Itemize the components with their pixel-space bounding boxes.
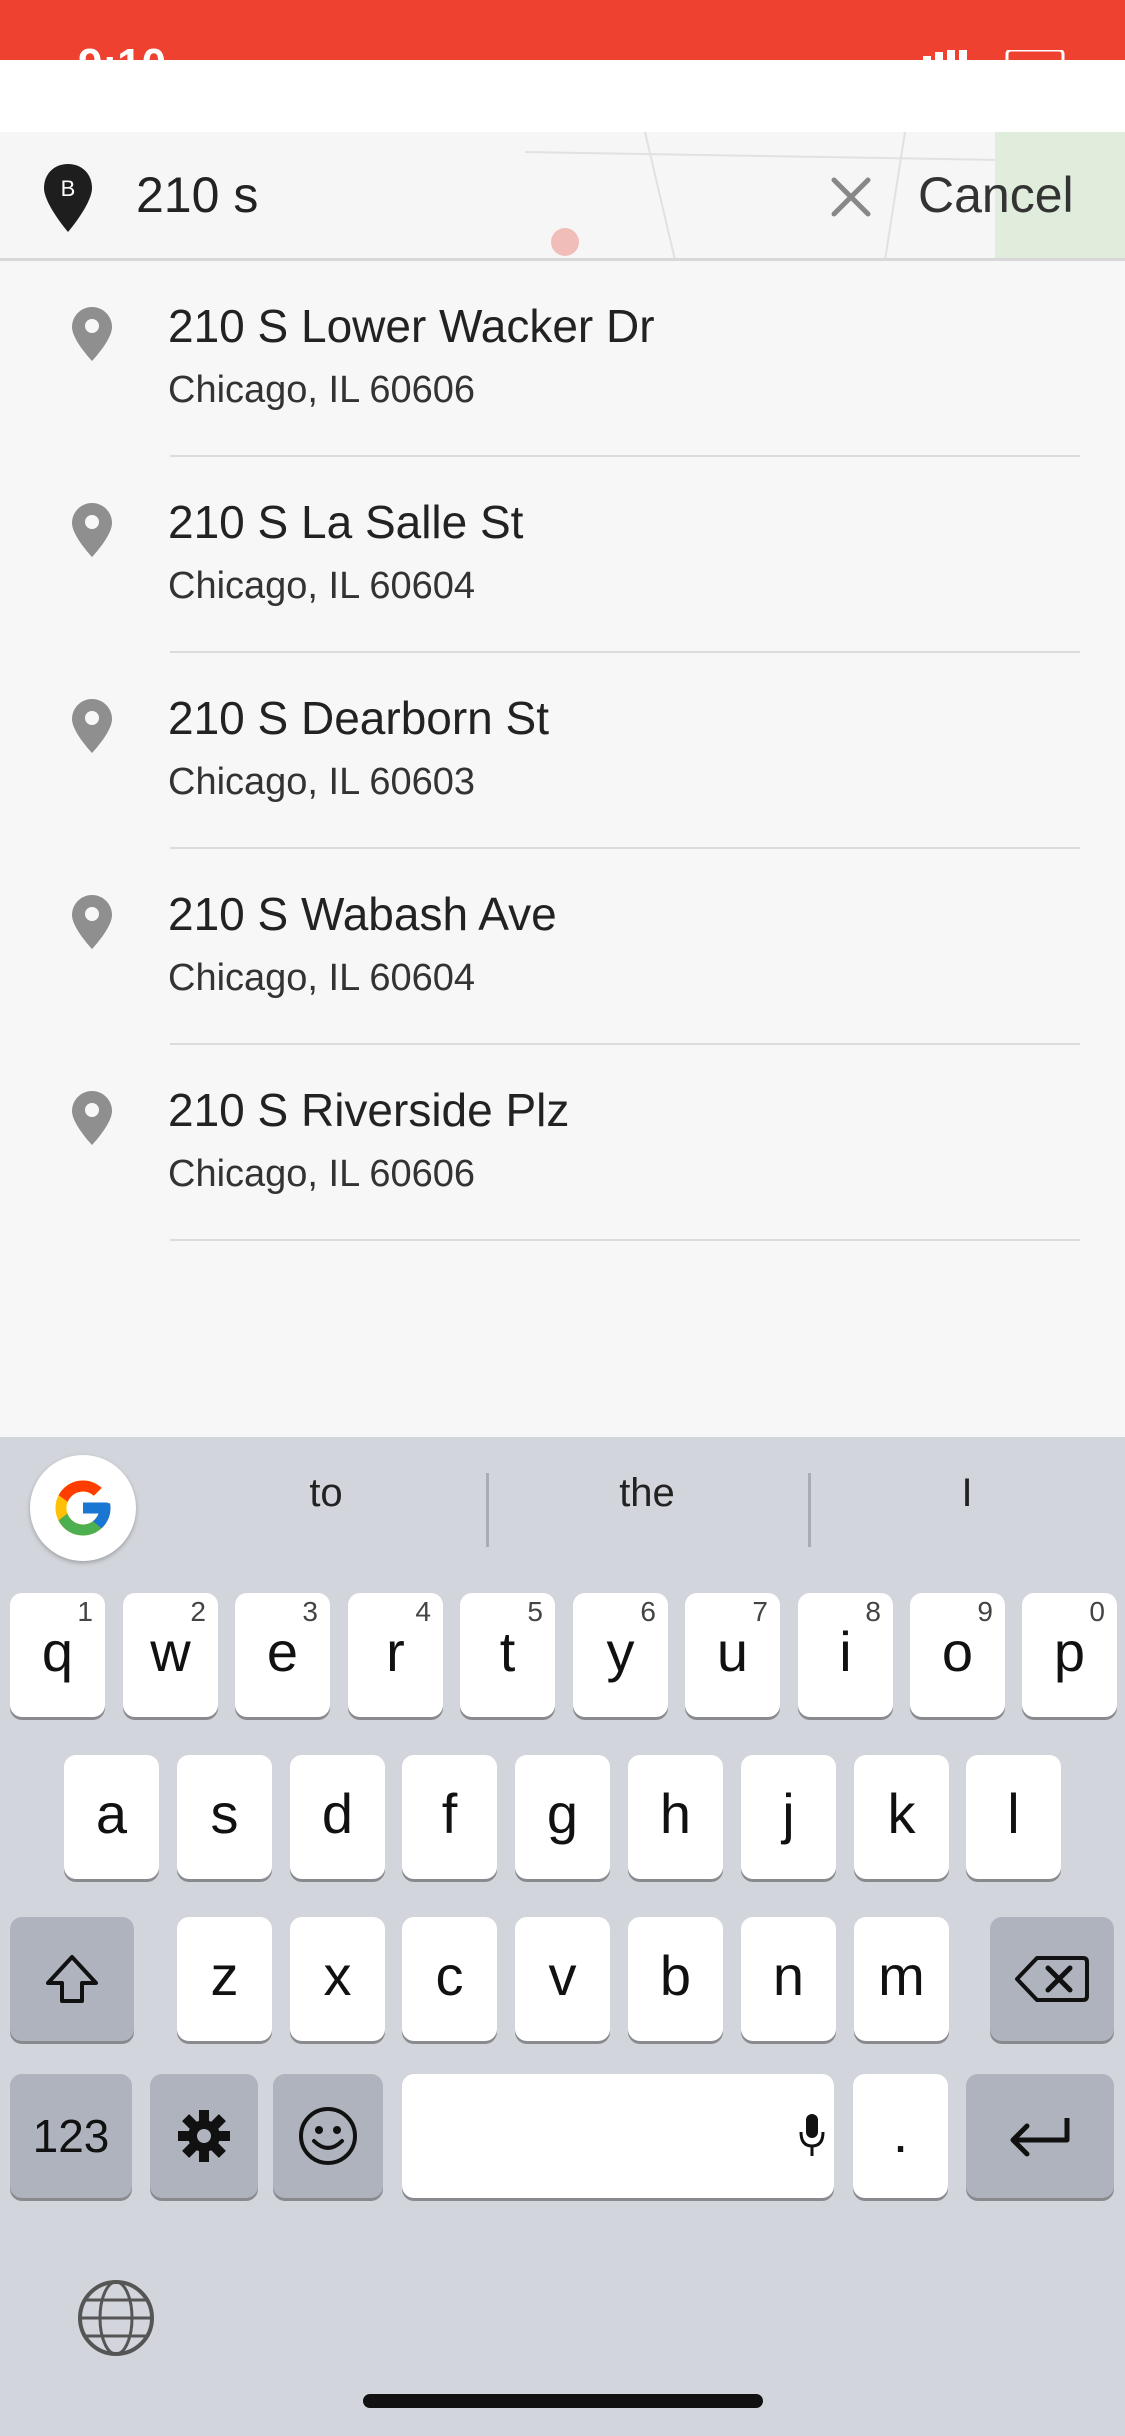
search-input[interactable]: 210 s xyxy=(136,160,258,230)
divider xyxy=(808,1473,811,1547)
suggestion-item[interactable]: I xyxy=(817,1471,1117,1516)
suggestion-item[interactable]: the xyxy=(497,1471,797,1516)
key-y[interactable]: y6 xyxy=(573,1593,668,1717)
status-time: 9:10 xyxy=(78,40,166,60)
period-key[interactable]: . xyxy=(853,2074,948,2198)
home-indicator[interactable] xyxy=(363,2394,763,2408)
result-street: 210 S Lower Wacker Dr xyxy=(168,300,655,352)
key-w[interactable]: w2 xyxy=(123,1593,218,1717)
key-v[interactable]: v xyxy=(515,1917,610,2041)
location-pin-icon xyxy=(72,699,112,753)
microphone-icon xyxy=(799,2114,825,2156)
result-city: Chicago, IL 60606 xyxy=(168,1153,476,1195)
location-pin-icon xyxy=(72,307,112,361)
location-pin-icon xyxy=(72,503,112,557)
key-t[interactable]: t5 xyxy=(460,1593,555,1717)
key-m[interactable]: m xyxy=(854,1917,949,2041)
cancel-button[interactable]: Cancel xyxy=(918,160,1074,230)
key-r[interactable]: r4 xyxy=(348,1593,443,1717)
shift-icon xyxy=(46,1955,98,2003)
key-z[interactable]: z xyxy=(177,1917,272,2041)
settings-key[interactable] xyxy=(150,2074,258,2198)
list-item[interactable]: 210 S Riverside Plz Chicago, IL 60606 xyxy=(0,1045,1125,1241)
location-pin-icon xyxy=(72,1091,112,1145)
location-pin-icon xyxy=(72,895,112,949)
key-h[interactable]: h xyxy=(628,1755,723,1879)
battery-icon xyxy=(923,50,1065,60)
result-city: Chicago, IL 60604 xyxy=(168,957,476,999)
key-u[interactable]: u7 xyxy=(685,1593,780,1717)
key-a[interactable]: a xyxy=(64,1755,159,1879)
key-l[interactable]: l xyxy=(966,1755,1061,1879)
key-b[interactable]: b xyxy=(628,1917,723,2041)
result-street: 210 S Wabash Ave xyxy=(168,888,557,940)
key-k[interactable]: k xyxy=(854,1755,949,1879)
gear-icon xyxy=(178,2110,230,2162)
key-x[interactable]: x xyxy=(290,1917,385,2041)
header-spacer xyxy=(0,60,1125,132)
list-item[interactable]: 210 S Dearborn St Chicago, IL 60603 xyxy=(0,653,1125,849)
list-item[interactable]: 210 S Wabash Ave Chicago, IL 60604 xyxy=(0,849,1125,1045)
key-p[interactable]: p0 xyxy=(1022,1593,1117,1717)
key-j[interactable]: j xyxy=(741,1755,836,1879)
key-o[interactable]: o9 xyxy=(910,1593,1005,1717)
delete-key[interactable] xyxy=(990,1917,1114,2041)
result-city: Chicago, IL 60604 xyxy=(168,565,476,607)
space-key[interactable] xyxy=(402,2074,834,2198)
keyboard: to the I q1 w2 e3 r4 t5 y6 u7 i8 o9 p0 a… xyxy=(0,1437,1125,2436)
emoji-icon xyxy=(299,2107,357,2165)
key-e[interactable]: e3 xyxy=(235,1593,330,1717)
list-item[interactable]: 210 S La Salle St Chicago, IL 60604 xyxy=(0,457,1125,653)
emoji-key[interactable] xyxy=(273,2074,383,2198)
suggestion-bar: to the I xyxy=(0,1437,1125,1577)
divider xyxy=(486,1473,489,1547)
backspace-icon xyxy=(1015,1956,1089,2002)
numbers-key[interactable]: 123 xyxy=(10,2074,132,2198)
globe-icon[interactable] xyxy=(76,2278,156,2358)
key-c[interactable]: c xyxy=(402,1917,497,2041)
shift-key[interactable] xyxy=(10,1917,134,2041)
suggestion-item[interactable]: to xyxy=(176,1471,476,1516)
google-icon[interactable] xyxy=(30,1455,136,1561)
result-street: 210 S La Salle St xyxy=(168,496,524,548)
key-f[interactable]: f xyxy=(402,1755,497,1879)
result-city: Chicago, IL 60606 xyxy=(168,369,476,411)
result-street: 210 S Riverside Plz xyxy=(168,1084,570,1136)
status-bar: 9:10 xyxy=(0,0,1125,60)
key-d[interactable]: d xyxy=(290,1755,385,1879)
search-bar: B 210 s Cancel xyxy=(0,132,1125,260)
list-item[interactable]: 210 S Lower Wacker Dr Chicago, IL 60606 xyxy=(0,261,1125,457)
key-g[interactable]: g xyxy=(515,1755,610,1879)
result-street: 210 S Dearborn St xyxy=(168,692,550,744)
divider xyxy=(170,1239,1080,1241)
results-list: 210 S Lower Wacker Dr Chicago, IL 60606 … xyxy=(0,261,1125,1437)
map-pin-icon: B xyxy=(44,164,92,232)
key-n[interactable]: n xyxy=(741,1917,836,2041)
close-icon[interactable] xyxy=(826,172,876,222)
return-icon xyxy=(1010,2118,1070,2157)
result-city: Chicago, IL 60603 xyxy=(168,761,476,803)
key-s[interactable]: s xyxy=(177,1755,272,1879)
pin-letter: B xyxy=(61,176,76,201)
key-i[interactable]: i8 xyxy=(798,1593,893,1717)
return-key[interactable] xyxy=(966,2074,1114,2198)
key-q[interactable]: q1 xyxy=(10,1593,105,1717)
